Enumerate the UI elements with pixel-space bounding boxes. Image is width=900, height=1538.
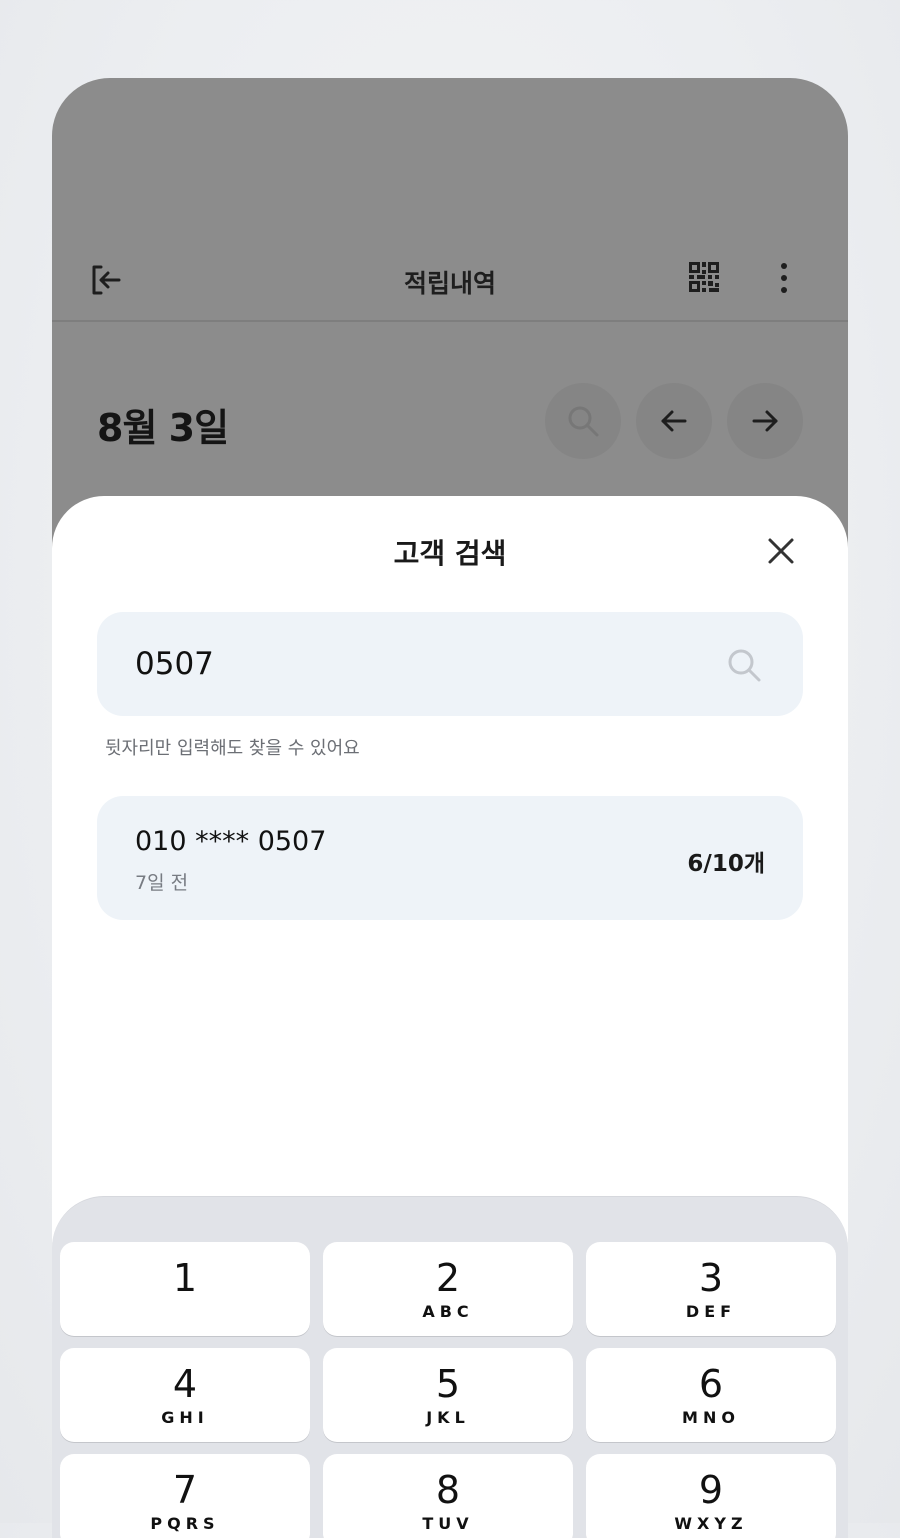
date-label: 8월 3일 [97, 406, 229, 450]
key-3[interactable]: 3 DEF [586, 1242, 836, 1336]
last-visit: 7일 전 [135, 872, 189, 894]
key-digit: 6 [698, 1362, 724, 1406]
key-7[interactable]: 7 PQRS [60, 1454, 310, 1538]
search-date-button[interactable] [545, 383, 621, 459]
key-letters: MNO [682, 1408, 740, 1427]
key-letters: DEF [685, 1302, 737, 1321]
stamp-count: 6/10개 [687, 851, 765, 877]
numeric-keypad: 1 2 ABC 3 DEF 4 GHI 5 JKL 6 MNO 7 PQRS 8 [52, 1196, 848, 1538]
key-letters: ABC [422, 1302, 474, 1321]
search-icon[interactable] [725, 646, 763, 684]
key-digit: 8 [435, 1468, 461, 1512]
customer-phone: 010 **** 0507 [135, 826, 327, 857]
search-input-value: 0507 [135, 646, 214, 682]
close-icon[interactable] [764, 534, 798, 568]
key-digit: 7 [172, 1468, 198, 1512]
key-digit: 3 [698, 1256, 724, 1300]
key-letters: GHI [161, 1408, 209, 1427]
search-input[interactable]: 0507 [97, 612, 803, 716]
key-letters: TUV [422, 1514, 474, 1533]
more-vertical-icon[interactable] [770, 260, 798, 296]
sheet-title: 고객 검색 [393, 537, 507, 570]
arrow-right-icon [752, 410, 778, 432]
top-app-bar: 적립내역 [52, 228, 848, 322]
key-digit: 9 [698, 1468, 724, 1512]
search-hint: 뒷자리만 입력해도 찾을 수 있어요 [105, 738, 360, 759]
key-2[interactable]: 2 ABC [323, 1242, 573, 1336]
phone-frame: 적립내역 8월 3일 고객 검색 0507 뒷자리만 입력해도 찾을 수 있어요… [52, 78, 848, 1538]
page-title: 적립내역 [403, 269, 496, 298]
qr-code-icon[interactable] [688, 261, 720, 293]
key-8[interactable]: 8 TUV [323, 1454, 573, 1538]
key-1[interactable]: 1 [60, 1242, 310, 1336]
search-icon [568, 406, 599, 437]
key-5[interactable]: 5 JKL [323, 1348, 573, 1442]
date-row: 8월 3일 [52, 383, 848, 463]
key-letters: PQRS [150, 1514, 220, 1533]
key-4[interactable]: 4 GHI [60, 1348, 310, 1442]
key-6[interactable]: 6 MNO [586, 1348, 836, 1442]
key-digit: 4 [172, 1362, 198, 1406]
key-letters: WXYZ [674, 1514, 748, 1533]
prev-date-button[interactable] [636, 383, 712, 459]
key-digit: 5 [435, 1362, 461, 1406]
key-9[interactable]: 9 WXYZ [586, 1454, 836, 1538]
key-digit: 1 [172, 1256, 198, 1300]
next-date-button[interactable] [727, 383, 803, 459]
key-letters: JKL [426, 1408, 470, 1427]
customer-result-item[interactable]: 010 **** 0507 7일 전 6/10개 [97, 796, 803, 920]
key-digit: 2 [435, 1256, 461, 1300]
arrow-left-icon [661, 410, 687, 432]
